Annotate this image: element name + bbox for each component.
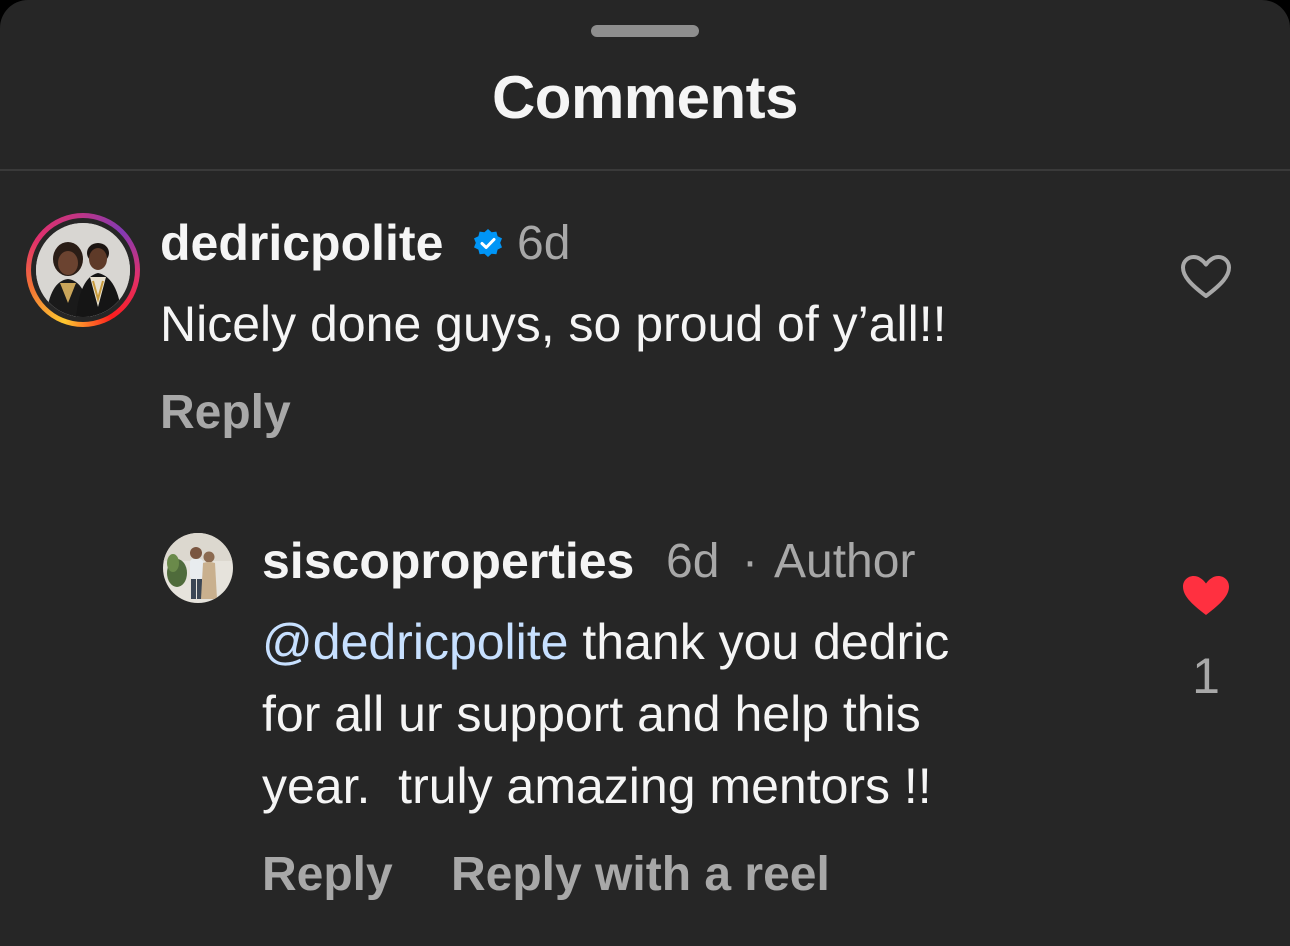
heart-outline-icon[interactable] <box>1180 254 1232 305</box>
reply-username[interactable]: siscoproperties <box>262 531 634 591</box>
heart-filled-icon[interactable] <box>1180 573 1232 624</box>
meta-separator: · <box>742 535 758 588</box>
header-divider <box>0 169 1290 171</box>
comment-text: Nicely done guys, so proud of y’all!! <box>160 296 947 352</box>
reply-text: @dedricpolite thank you dedric for all u… <box>262 606 1142 822</box>
reply-text-line-1: thank you dedric <box>568 614 950 670</box>
comment-age: 6d <box>517 217 571 270</box>
comment-username[interactable]: dedricpolite <box>160 213 443 273</box>
like-count[interactable]: 1 <box>1176 646 1236 706</box>
author-badge: Author <box>774 535 916 588</box>
reply-button[interactable]: Reply <box>262 845 393 905</box>
avatar[interactable] <box>163 533 233 603</box>
mention-link[interactable]: @dedricpolite <box>262 614 568 670</box>
reply-text-line-3: year. truly amazing mentors !! <box>262 758 932 814</box>
reply-text-line-2: for all ur support and help this <box>262 686 921 742</box>
reply-button[interactable]: Reply <box>160 383 291 443</box>
comments-sheet: Comments dedricpolite 6d Nicely done guy… <box>0 0 1290 946</box>
sheet-grabber[interactable] <box>591 25 699 37</box>
reply-with-reel-button[interactable]: Reply with a reel <box>451 845 830 905</box>
sheet-title: Comments <box>491 64 799 131</box>
avatar[interactable] <box>36 223 130 317</box>
story-ring[interactable] <box>26 213 140 327</box>
reply-age: 6d <box>666 535 720 588</box>
verified-badge-icon <box>472 228 504 260</box>
